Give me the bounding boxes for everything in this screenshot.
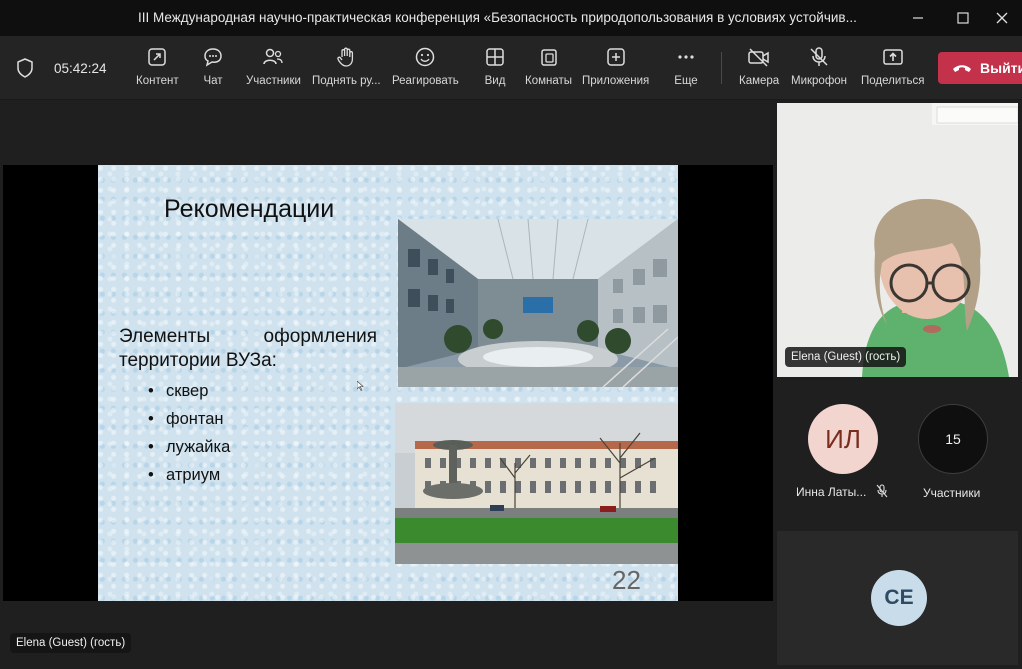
content-button[interactable]: Контент — [136, 44, 179, 94]
participant-video-tile[interactable]: Elena (Guest) (гость) — [777, 103, 1018, 377]
mic-off-icon — [806, 44, 832, 70]
participant-name: Инна Латы... — [796, 485, 867, 499]
view-button-label: Вид — [484, 75, 506, 87]
atrium-photo — [398, 219, 678, 387]
participant-avatar[interactable]: ИЛ — [808, 404, 878, 474]
slide-title: Рекомендации — [164, 195, 335, 223]
shield-icon[interactable] — [16, 58, 34, 83]
rooms-button-label: Комнаты — [525, 75, 573, 87]
presenter-name-tag: Elena (Guest) (гость) — [10, 633, 132, 653]
window-title: III Международная научно-практическая ко… — [138, 10, 857, 25]
rooms-icon — [536, 44, 562, 70]
share-button-label: Поделиться — [861, 75, 925, 87]
content-button-label: Контент — [136, 75, 179, 87]
more-button[interactable]: Еще — [673, 44, 699, 94]
fountain-photo — [395, 403, 678, 564]
view-button[interactable]: Вид — [482, 44, 508, 94]
participants-count-label: Участники — [923, 486, 981, 500]
share-upload-icon — [880, 44, 906, 70]
slide-lead-line-2: территории ВУЗа: — [119, 350, 277, 371]
participant-initials: ИЛ — [825, 423, 861, 454]
slide-bullet-list: сквер фонтан лужайка атриум — [166, 382, 230, 494]
slide-bullet: сквер — [166, 382, 230, 410]
participants-button-label: Участники — [246, 75, 301, 87]
camera-off-icon — [746, 44, 772, 70]
slide-bullet: атриум — [166, 466, 230, 494]
chat-button-label: Чат — [203, 75, 223, 87]
presentation-slide: Рекомендации Элементы оформления террито… — [98, 165, 678, 601]
more-button-label: Еще — [674, 75, 698, 87]
rooms-button[interactable]: Комнаты — [525, 44, 572, 94]
slide-lead-line-1: Элементы оформления — [119, 326, 377, 347]
slide-page-number: 22 — [612, 565, 641, 595]
people-icon — [260, 44, 286, 70]
more-icon — [673, 44, 699, 70]
apps-button[interactable]: Приложения — [582, 44, 649, 94]
toolbar-divider — [721, 52, 722, 84]
phone-hangup-icon — [952, 62, 972, 74]
leave-button-label: Выйти — [980, 60, 1022, 76]
share-button[interactable]: Поделиться — [861, 44, 925, 94]
participant-tile[interactable]: CE — [777, 531, 1018, 665]
meeting-timer: 05:42:24 — [54, 61, 107, 76]
participants-count-tile[interactable]: 15 — [918, 404, 988, 474]
leave-button[interactable]: Выйти — [938, 52, 1022, 84]
react-button[interactable]: Реагировать — [392, 44, 459, 94]
close-icon[interactable] — [987, 6, 1017, 30]
microphone-button-label: Микрофон — [791, 75, 848, 87]
minimize-icon[interactable] — [903, 6, 933, 30]
chat-button[interactable]: Чат — [200, 44, 226, 94]
participant-initials: CE — [884, 586, 914, 609]
camera-button-label: Камера — [739, 75, 780, 87]
apps-button-label: Приложения — [582, 75, 650, 87]
slide-bullet: фонтан — [166, 410, 230, 438]
chat-icon — [200, 44, 226, 70]
camera-button[interactable]: Камера — [739, 44, 779, 94]
maximize-icon[interactable] — [948, 6, 978, 30]
participant-avatar: CE — [871, 570, 927, 626]
share-content-icon — [144, 44, 170, 70]
smile-icon — [412, 44, 438, 70]
raise-hand-button-label: Поднять ру... — [312, 75, 381, 87]
video-tile-name-tag: Elena (Guest) (гость) — [785, 347, 907, 367]
participants-button[interactable]: Участники — [246, 44, 301, 94]
react-button-label: Реагировать — [392, 75, 459, 87]
participants-count: 15 — [945, 431, 961, 447]
grid-view-icon — [482, 44, 508, 70]
window-titlebar: III Международная научно-практическая ко… — [0, 0, 1022, 36]
apps-plus-icon — [603, 44, 629, 70]
meeting-toolbar: 05:42:24 Контент Чат Участники Поднять р… — [0, 36, 1022, 100]
microphone-button[interactable]: Микрофон — [791, 44, 847, 94]
slide-bullet: лужайка — [166, 438, 230, 466]
raise-hand-button[interactable]: Поднять ру... — [312, 44, 381, 94]
raise-hand-icon — [333, 44, 359, 70]
mouse-cursor-icon — [356, 378, 364, 396]
mic-off-icon — [876, 484, 888, 503]
participant-video-feed — [777, 103, 1018, 377]
